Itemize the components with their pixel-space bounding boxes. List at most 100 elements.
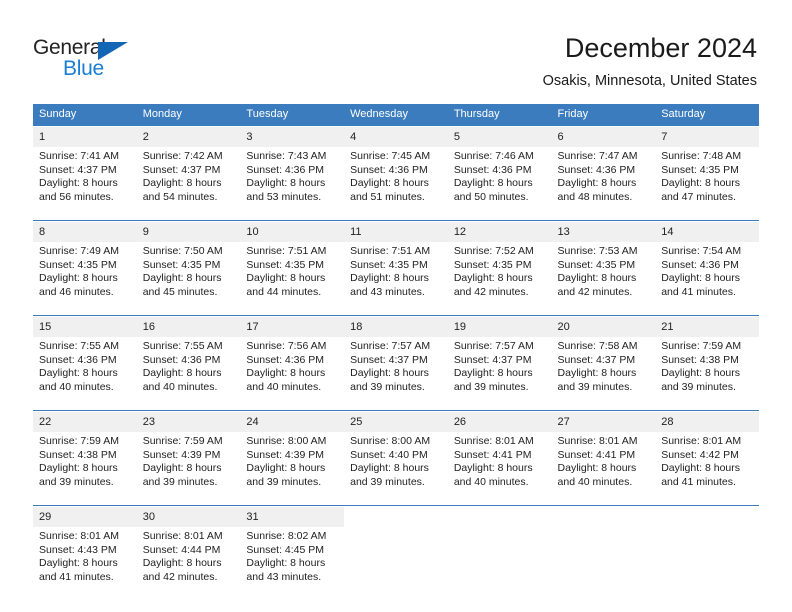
daylight-text-line2: and 42 minutes.	[557, 285, 633, 298]
day-number-cell[interactable]: 1	[33, 127, 137, 147]
day-detail: Sunrise: 7:53 AM Sunset: 4:35 PM Daylight:…	[558, 245, 656, 299]
empty-day-cell	[344, 507, 448, 527]
day-detail-cell: Sunrise: 7:57 AM Sunset: 4:37 PM Daylight:…	[344, 337, 448, 411]
day-detail: Sunrise: 7:48 AM Sunset: 4:35 PM Daylight:…	[661, 150, 759, 204]
sunset-text: Sunset: 4:44 PM	[142, 543, 221, 556]
day-detail: Sunrise: 8:01 AM Sunset: 4:44 PM Daylight:…	[143, 530, 241, 584]
empty-day-cell	[655, 507, 759, 527]
day-number-cell[interactable]: 28	[655, 412, 759, 432]
daylight-text-line1: Daylight: 8 hours	[142, 367, 222, 380]
sunrise-text: Sunrise: 7:43 AM	[246, 150, 327, 162]
sunset-text: Sunset: 4:37 PM	[39, 163, 117, 176]
day-number-cell[interactable]: 20	[551, 317, 656, 337]
sunset-text: Sunset: 4:36 PM	[246, 163, 325, 176]
sunset-text: Sunset: 4:36 PM	[39, 353, 117, 366]
day-detail: Sunrise: 7:41 AM Sunset: 4:37 PM Daylight:…	[39, 150, 137, 204]
daylight-text-line1: Daylight: 8 hours	[246, 367, 326, 380]
day-detail: Sunrise: 7:47 AM Sunset: 4:36 PM Daylight:…	[558, 150, 656, 204]
day-number-cell[interactable]: 14	[655, 222, 759, 242]
daylight-text-line2: and 43 minutes.	[350, 285, 425, 298]
day-detail: Sunrise: 7:56 AM Sunset: 4:36 PM Daylight:…	[246, 340, 344, 394]
day-detail-cell: Sunrise: 7:52 AM Sunset: 4:35 PM Daylight:…	[447, 242, 552, 316]
day-number-cell[interactable]: 16	[136, 317, 241, 337]
week-daynumber-row: 22 23 24 25 26 27 28	[33, 412, 759, 432]
day-number-cell[interactable]: 30	[136, 507, 241, 527]
daylight-text-line1: Daylight: 8 hours	[453, 367, 533, 380]
day-number-cell[interactable]: 22	[33, 412, 137, 432]
daylight-text-line1: Daylight: 8 hours	[142, 272, 222, 285]
day-number-cell[interactable]: 13	[551, 222, 656, 242]
sunset-text: Sunset: 4:35 PM	[661, 163, 739, 176]
daylight-text-line2: and 48 minutes.	[557, 190, 633, 203]
sunset-text: Sunset: 4:45 PM	[246, 543, 325, 556]
sunrise-text: Sunrise: 7:59 AM	[39, 435, 119, 447]
daylight-text-line2: and 40 minutes.	[557, 475, 633, 488]
sunset-text: Sunset: 4:40 PM	[350, 448, 428, 461]
day-detail: Sunrise: 8:01 AM Sunset: 4:41 PM Daylight:…	[558, 435, 656, 489]
sunset-text: Sunset: 4:42 PM	[661, 448, 739, 461]
day-number-cell[interactable]: 23	[136, 412, 241, 432]
daylight-text-line2: and 39 minutes.	[142, 475, 218, 488]
daylight-text-line1: Daylight: 8 hours	[661, 462, 741, 475]
day-detail: Sunrise: 7:51 AM Sunset: 4:35 PM Daylight:…	[350, 245, 448, 299]
day-number-cell[interactable]: 26	[447, 412, 552, 432]
day-number-cell[interactable]: 29	[33, 507, 137, 527]
day-number-cell[interactable]: 8	[33, 222, 137, 242]
day-number-cell[interactable]: 12	[447, 222, 552, 242]
sunrise-text: Sunrise: 7:47 AM	[557, 150, 638, 162]
day-detail-cell: Sunrise: 7:56 AM Sunset: 4:36 PM Daylight:…	[240, 337, 345, 411]
daylight-text-line1: Daylight: 8 hours	[142, 462, 222, 475]
sunrise-text: Sunrise: 7:41 AM	[39, 150, 119, 162]
day-detail: Sunrise: 7:51 AM Sunset: 4:35 PM Daylight:…	[246, 245, 344, 299]
day-number-cell[interactable]: 3	[240, 127, 345, 147]
daylight-text-line2: and 42 minutes.	[453, 285, 529, 298]
day-detail-cell: Sunrise: 7:45 AM Sunset: 4:36 PM Daylight:…	[344, 147, 448, 221]
day-number-cell[interactable]: 4	[344, 127, 448, 147]
day-number-cell[interactable]: 18	[344, 317, 448, 337]
day-detail-cell: Sunrise: 7:53 AM Sunset: 4:35 PM Daylight:…	[551, 242, 656, 316]
day-number-cell[interactable]: 6	[551, 127, 656, 147]
day-number-cell[interactable]: 11	[344, 222, 448, 242]
sunset-text: Sunset: 4:35 PM	[453, 258, 532, 271]
day-number-cell[interactable]: 25	[344, 412, 448, 432]
day-detail: Sunrise: 7:55 AM Sunset: 4:36 PM Daylight:…	[39, 340, 137, 394]
weekday-header-monday: Monday	[136, 104, 241, 126]
day-number-cell[interactable]: 9	[136, 222, 241, 242]
day-number-cell[interactable]: 21	[655, 317, 759, 337]
sunrise-text: Sunrise: 7:48 AM	[661, 150, 742, 162]
daylight-text-line1: Daylight: 8 hours	[39, 272, 118, 285]
week-daynumber-row: 1234567	[33, 127, 759, 147]
sunset-text: Sunset: 4:35 PM	[557, 258, 636, 271]
day-number-cell[interactable]: 24	[240, 412, 345, 432]
day-detail-cell: Sunrise: 7:42 AM Sunset: 4:37 PM Daylight:…	[136, 147, 241, 221]
week-detail-row: Sunrise: 7:59 AM Sunset: 4:38 PM Daylight:…	[33, 432, 759, 506]
day-detail-cell: Sunrise: 8:01 AM Sunset: 4:44 PM Daylight:…	[136, 527, 241, 600]
general-blue-logo[interactable]: General Blue	[33, 36, 173, 84]
daylight-text-line2: and 43 minutes.	[246, 570, 322, 583]
daylight-text-line1: Daylight: 8 hours	[661, 272, 741, 285]
day-number-cell[interactable]: 15	[33, 317, 137, 337]
daylight-text-line2: and 46 minutes.	[39, 285, 114, 298]
title-block: December 2024 Osakis, Minnesota, United …	[543, 32, 757, 91]
day-detail-cell: Sunrise: 7:43 AM Sunset: 4:36 PM Daylight:…	[240, 147, 345, 221]
day-detail-cell: Sunrise: 8:00 AM Sunset: 4:40 PM Daylight:…	[344, 432, 448, 506]
day-number-cell[interactable]: 27	[551, 412, 656, 432]
empty-day-detail-cell	[655, 527, 759, 600]
day-number-cell[interactable]: 17	[240, 317, 345, 337]
day-number-cell[interactable]: 2	[136, 127, 241, 147]
day-number-cell[interactable]: 19	[447, 317, 552, 337]
day-number-cell[interactable]: 31	[240, 507, 345, 527]
empty-day-detail-cell	[551, 527, 656, 600]
sunrise-text: Sunrise: 7:59 AM	[142, 435, 223, 447]
day-number-cell[interactable]: 10	[240, 222, 345, 242]
day-detail: Sunrise: 7:49 AM Sunset: 4:35 PM Daylight:…	[39, 245, 137, 299]
day-detail: Sunrise: 7:52 AM Sunset: 4:35 PM Daylight:…	[454, 245, 552, 299]
day-detail-cell: Sunrise: 8:01 AM Sunset: 4:42 PM Daylight:…	[655, 432, 759, 506]
daylight-text-line2: and 39 minutes.	[246, 475, 322, 488]
sunset-text: Sunset: 4:38 PM	[661, 353, 739, 366]
day-number-cell[interactable]: 5	[447, 127, 552, 147]
day-detail: Sunrise: 7:55 AM Sunset: 4:36 PM Daylight:…	[143, 340, 241, 394]
day-number-cell[interactable]: 7	[655, 127, 759, 147]
sunrise-text: Sunrise: 7:45 AM	[350, 150, 431, 162]
sunset-text: Sunset: 4:38 PM	[39, 448, 117, 461]
